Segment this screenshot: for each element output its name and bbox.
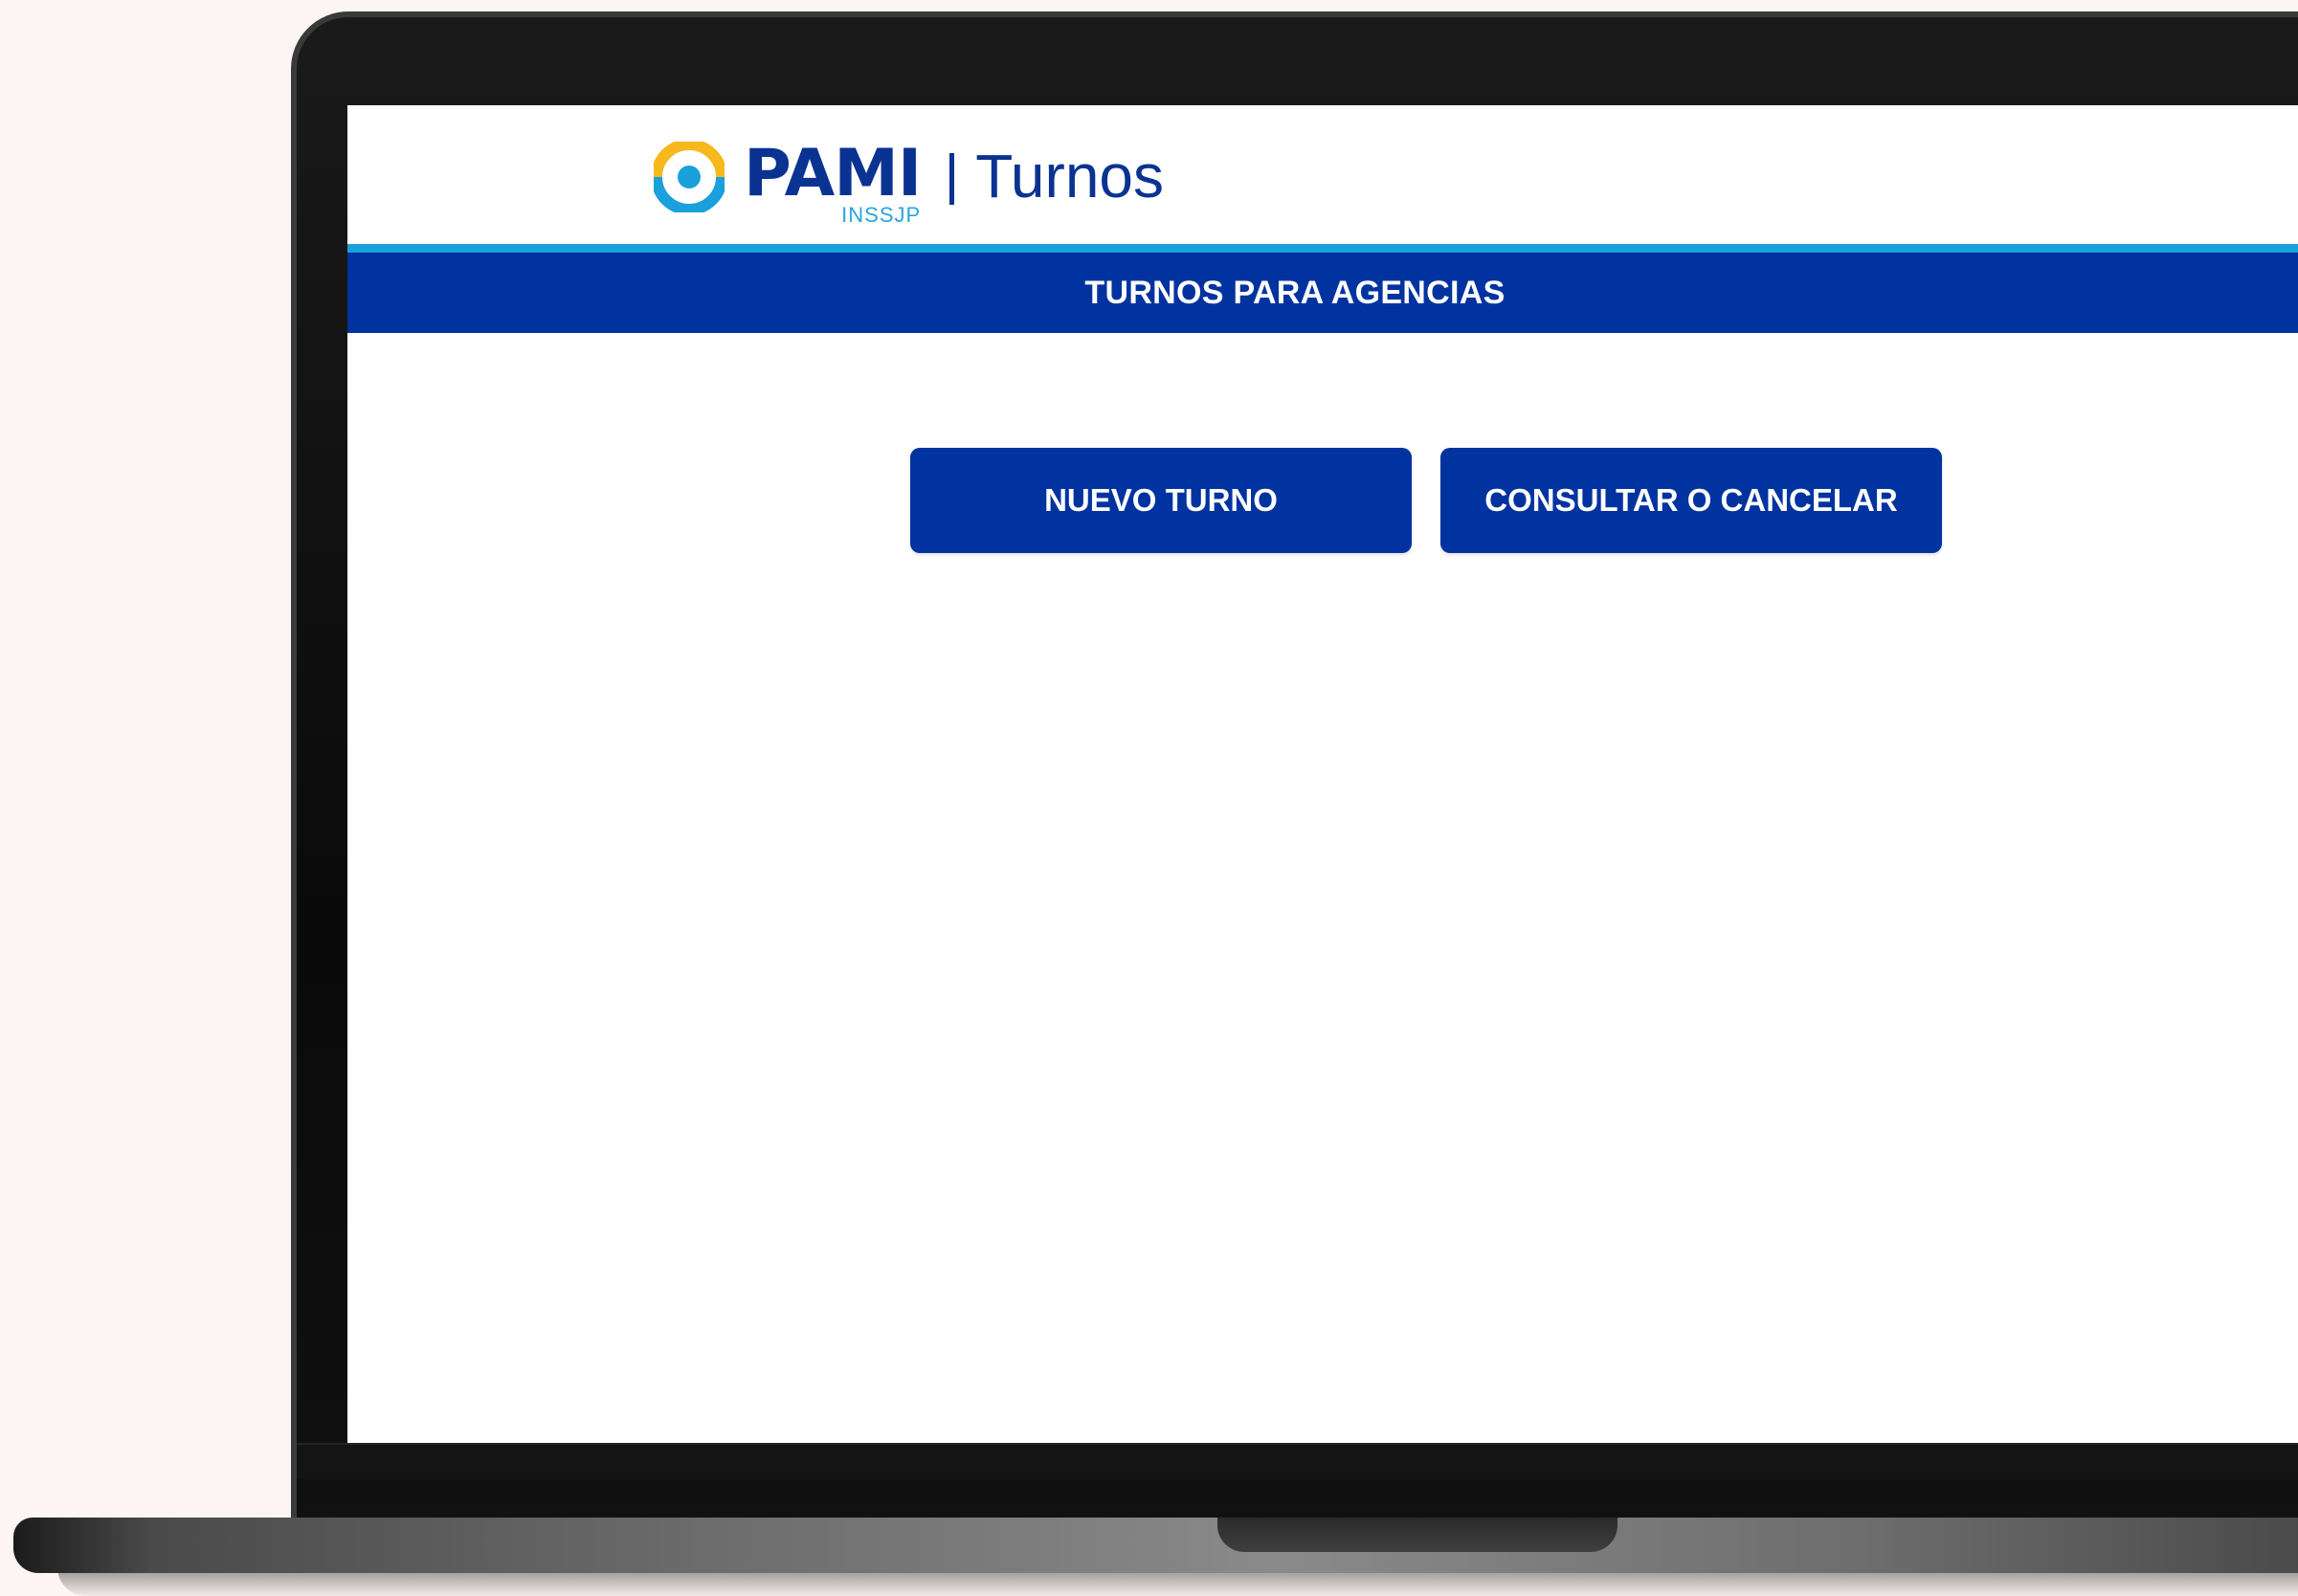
stage: PAMI INSSJP Turnos TURNOS PARA AGENCIAS … [0,0,2298,1596]
new-appointment-button[interactable]: NUEVO TURNO [910,448,1412,553]
laptop-bezel-bottom [297,1443,2298,1479]
pami-ring-logo-icon [654,142,725,212]
logo-separator [949,153,955,205]
laptop-screen: PAMI INSSJP Turnos TURNOS PARA AGENCIAS … [347,105,2298,1443]
app-name: Turnos [975,142,1165,211]
app-header: PAMI INSSJP Turnos [347,105,2298,244]
logo-subtext: INSSJP [841,203,922,227]
laptop-base [13,1518,2298,1573]
consult-or-cancel-button[interactable]: CONSULTAR O CANCELAR [1440,448,1942,553]
brand[interactable]: PAMI INSSJP Turnos [654,134,1164,230]
page-title: TURNOS PARA AGENCIAS [1084,274,1506,311]
logo-wordmark: PAMI INSSJP [744,136,922,228]
action-buttons: NUEVO TURNO CONSULTAR O CANCELAR [910,448,1942,553]
title-bar: TURNOS PARA AGENCIAS [347,253,2298,333]
header-accent-line [347,244,2298,253]
logo-text: PAMI [744,136,922,211]
laptop-hinge-notch [1217,1518,1618,1552]
